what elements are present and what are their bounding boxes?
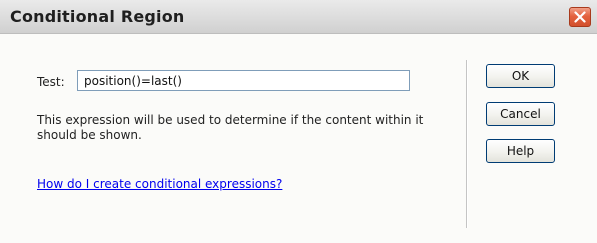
vertical-divider — [466, 60, 468, 228]
conditional-region-dialog: Conditional Region Test: This expression… — [0, 0, 597, 243]
dialog-title: Conditional Region — [10, 7, 185, 26]
conditional-expressions-help-link[interactable]: How do I create conditional expressions? — [37, 177, 282, 191]
help-button[interactable]: Help — [486, 139, 555, 163]
title-bar[interactable]: Conditional Region — [0, 0, 597, 34]
expression-description: This expression will be used to determin… — [37, 113, 424, 142]
cancel-button[interactable]: Cancel — [486, 102, 555, 126]
test-expression-input[interactable] — [77, 70, 410, 91]
close-button[interactable] — [569, 7, 591, 27]
ok-button[interactable]: OK — [486, 64, 555, 88]
test-label: Test: — [37, 75, 65, 89]
close-icon — [574, 11, 586, 23]
